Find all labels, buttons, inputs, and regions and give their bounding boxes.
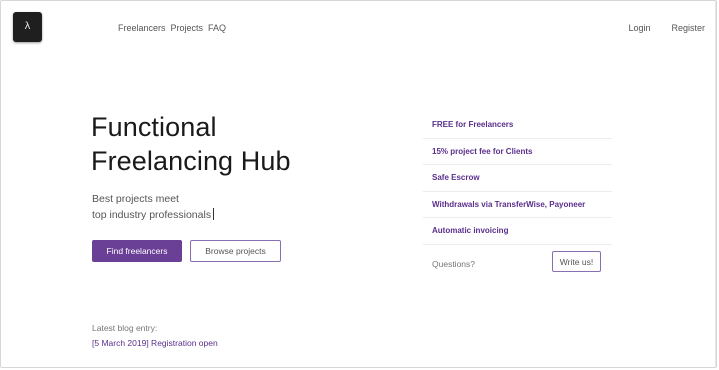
main-nav: Freelancers Projects FAQ <box>118 23 226 33</box>
login-link[interactable]: Login <box>628 23 650 33</box>
hero-subtitle-line2: top industry professionals <box>92 209 212 221</box>
hero-title-line1: Functional <box>91 112 217 142</box>
browse-projects-button[interactable]: Browse projects <box>190 240 281 262</box>
feature-item: 15% project fee for Clients <box>423 139 612 165</box>
feature-item: Safe Escrow <box>423 165 612 192</box>
write-us-button[interactable]: Write us! <box>552 251 601 272</box>
hero-subtitle: Best projects meet top industry professi… <box>92 191 292 223</box>
feature-item: FREE for Freelancers <box>423 112 612 139</box>
nav-item-freelancers[interactable]: Freelancers <box>118 23 166 33</box>
text-cursor <box>213 208 215 220</box>
register-link[interactable]: Register <box>671 23 705 33</box>
page-frame: λ Freelancers Projects FAQ Login Registe… <box>0 0 717 368</box>
hero-title-line2: Freelancing Hub <box>91 146 291 176</box>
find-freelancers-button[interactable]: Find freelancers <box>92 240 182 262</box>
hero-subtitle-line1: Best projects meet <box>92 193 179 205</box>
nav-item-faq[interactable]: FAQ <box>208 23 226 33</box>
nav-item-projects[interactable]: Projects <box>171 23 204 33</box>
features-list: FREE for Freelancers 15% project fee for… <box>423 112 612 245</box>
feature-item: Automatic invoicing <box>423 218 612 245</box>
feature-item: Withdrawals via TransferWise, Payoneer <box>423 192 612 218</box>
questions-label: Questions? <box>432 259 475 269</box>
blog-label: Latest blog entry: <box>92 323 158 333</box>
logo-lambda-icon[interactable]: λ <box>13 12 42 42</box>
hero-title: Functional Freelancing Hub <box>91 110 371 178</box>
auth-nav: Login Register <box>628 23 705 33</box>
blog-entry-link[interactable]: [5 March 2019] Registration open <box>92 338 218 348</box>
